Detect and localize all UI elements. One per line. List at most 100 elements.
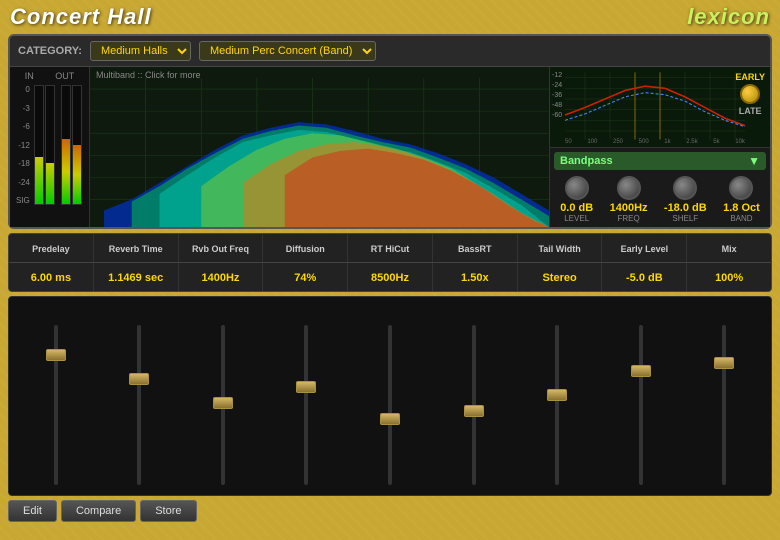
fader-track-3 <box>304 325 308 485</box>
early-late-section: EARLY LATE <box>735 72 765 116</box>
vu-tick-24: -24 <box>16 178 30 187</box>
param-value-cell-7[interactable]: -5.0 dB <box>602 263 687 291</box>
vu-section: IN OUT 0 -3 -6 -12 -18 -24 SIG <box>10 67 90 227</box>
param-value-4: 8500Hz <box>371 272 409 284</box>
bp-value-level: 0.0 dB <box>560 202 593 214</box>
fader-handle-5[interactable] <box>464 405 484 417</box>
toolbar-btn-compare[interactable]: Compare <box>61 500 136 522</box>
bandpass-section: Bandpass ▼ 0.0 dB LEVEL 1400Hz FREQ -18.… <box>550 148 770 227</box>
param-label-2: Rvb Out Freq <box>192 244 249 254</box>
param-name-3: Diffusion <box>263 234 348 262</box>
fader-channel-6 <box>555 305 559 485</box>
spectrum-svg <box>90 67 549 227</box>
param-label-5: BassRT <box>458 244 492 254</box>
fader-track-7 <box>639 325 643 485</box>
bp-label-freq: FREQ <box>617 214 639 223</box>
param-label-8: Mix <box>722 244 737 254</box>
param-value-2: 1400Hz <box>201 272 239 284</box>
late-label: LATE <box>739 106 762 116</box>
param-name-1: Reverb Time <box>94 234 179 262</box>
param-name-5: BassRT <box>433 234 518 262</box>
param-name-6: Tail Width <box>518 234 603 262</box>
eq-freq-10k: 10k <box>735 139 745 145</box>
param-value-cell-1[interactable]: 1.1469 sec <box>94 263 179 291</box>
fader-track-1 <box>137 325 141 485</box>
fader-handle-4[interactable] <box>380 413 400 425</box>
param-value-cell-4[interactable]: 8500Hz <box>348 263 433 291</box>
bandpass-dropdown-icon[interactable]: ▼ <box>748 154 760 168</box>
category-row: CATEGORY: Medium Halls Medium Perc Conce… <box>10 36 770 67</box>
fader-track-0 <box>54 325 58 485</box>
vu-tick-0: 0 <box>16 85 30 94</box>
param-value-cell-6[interactable]: Stereo <box>518 263 603 291</box>
param-label-0: Predelay <box>32 244 70 254</box>
fader-track-6 <box>555 325 559 485</box>
bp-param-shelf: -18.0 dB SHELF <box>664 174 707 223</box>
vu-out-bar1 <box>61 85 71 205</box>
param-value-cell-3[interactable]: 74% <box>263 263 348 291</box>
param-name-0: Predelay <box>9 234 94 262</box>
toolbar-btn-store[interactable]: Store <box>140 500 196 522</box>
param-label-6: Tail Width <box>538 244 580 254</box>
spectrum-section[interactable]: Multiband :: Click for more <box>90 67 550 227</box>
early-knob[interactable] <box>740 84 760 104</box>
vu-tick-6: -6 <box>16 122 30 131</box>
category-select[interactable]: Medium Halls <box>90 41 191 61</box>
eq-freq-2k5: 2.5k <box>686 139 697 145</box>
vu-in-bar1 <box>34 85 44 205</box>
fader-track-5 <box>472 325 476 485</box>
fader-handle-0[interactable] <box>46 349 66 361</box>
vu-tick-3: -3 <box>16 104 30 113</box>
fader-channel-8 <box>722 305 726 485</box>
fader-handle-7[interactable] <box>631 365 651 377</box>
early-label: EARLY <box>735 72 765 82</box>
vu-tick-sig: SIG <box>16 196 30 205</box>
bandpass-params: 0.0 dB LEVEL 1400Hz FREQ -18.0 dB SHELF … <box>554 174 766 223</box>
bp-knob-level[interactable] <box>565 176 589 200</box>
param-name-8: Mix <box>687 234 771 262</box>
param-label-1: Reverb Time <box>109 244 163 254</box>
eq-freq-labels: 50 100 250 500 1k 2.5k 5k 10k <box>565 139 745 145</box>
right-panel: -12 -24 -36 -48 -60 <box>550 67 770 227</box>
toolbar-btn-edit[interactable]: Edit <box>8 500 57 522</box>
param-value-cell-5[interactable]: 1.50x <box>433 263 518 291</box>
bp-knob-band[interactable] <box>729 176 753 200</box>
bandpass-title: Bandpass <box>560 155 613 167</box>
faders-section <box>8 296 772 496</box>
app-title: Concert Hall <box>10 4 152 30</box>
fader-track-4 <box>388 325 392 485</box>
fader-handle-1[interactable] <box>129 373 149 385</box>
param-value-0: 6.00 ms <box>31 272 71 284</box>
middle-section: IN OUT 0 -3 -6 -12 -18 -24 SIG <box>10 67 770 227</box>
params-header: Predelay Reverb Time Rvb Out Freq Diffusion… <box>9 234 771 263</box>
bp-param-level: 0.0 dB LEVEL <box>560 174 593 223</box>
bp-knob-shelf[interactable] <box>673 176 697 200</box>
spectrum-title: Multiband :: Click for more <box>90 67 207 83</box>
param-label-3: Diffusion <box>286 244 325 254</box>
param-value-1: 1.1469 sec <box>108 272 163 284</box>
vu-in-label: IN <box>25 71 34 81</box>
param-label-4: RT HiCut <box>371 244 410 254</box>
fader-channel-3 <box>304 305 308 485</box>
eq-freq-500: 500 <box>639 139 649 145</box>
bp-knob-freq[interactable] <box>617 176 641 200</box>
param-value-8: 100% <box>715 272 743 284</box>
eq-graph: -12 -24 -36 -48 -60 <box>550 67 770 148</box>
fader-handle-3[interactable] <box>296 381 316 393</box>
fader-handle-8[interactable] <box>714 357 734 369</box>
param-value-cell-2[interactable]: 1400Hz <box>179 263 264 291</box>
param-value-cell-0[interactable]: 6.00 ms <box>9 263 94 291</box>
eq-freq-250: 250 <box>613 139 623 145</box>
param-name-2: Rvb Out Freq <box>179 234 264 262</box>
param-value-cell-8[interactable]: 100% <box>687 263 771 291</box>
fader-handle-6[interactable] <box>547 389 567 401</box>
bandpass-header: Bandpass ▼ <box>554 152 766 170</box>
vu-tick-12: -12 <box>16 141 30 150</box>
param-name-4: RT HiCut <box>348 234 433 262</box>
params-row: Predelay Reverb Time Rvb Out Freq Diffusion… <box>8 233 772 292</box>
vu-out-bar2 <box>72 85 82 205</box>
preset-select[interactable]: Medium Perc Concert (Band) <box>199 41 376 61</box>
fader-channel-2 <box>221 305 225 485</box>
fader-handle-2[interactable] <box>213 397 233 409</box>
eq-freq-100: 100 <box>587 139 597 145</box>
